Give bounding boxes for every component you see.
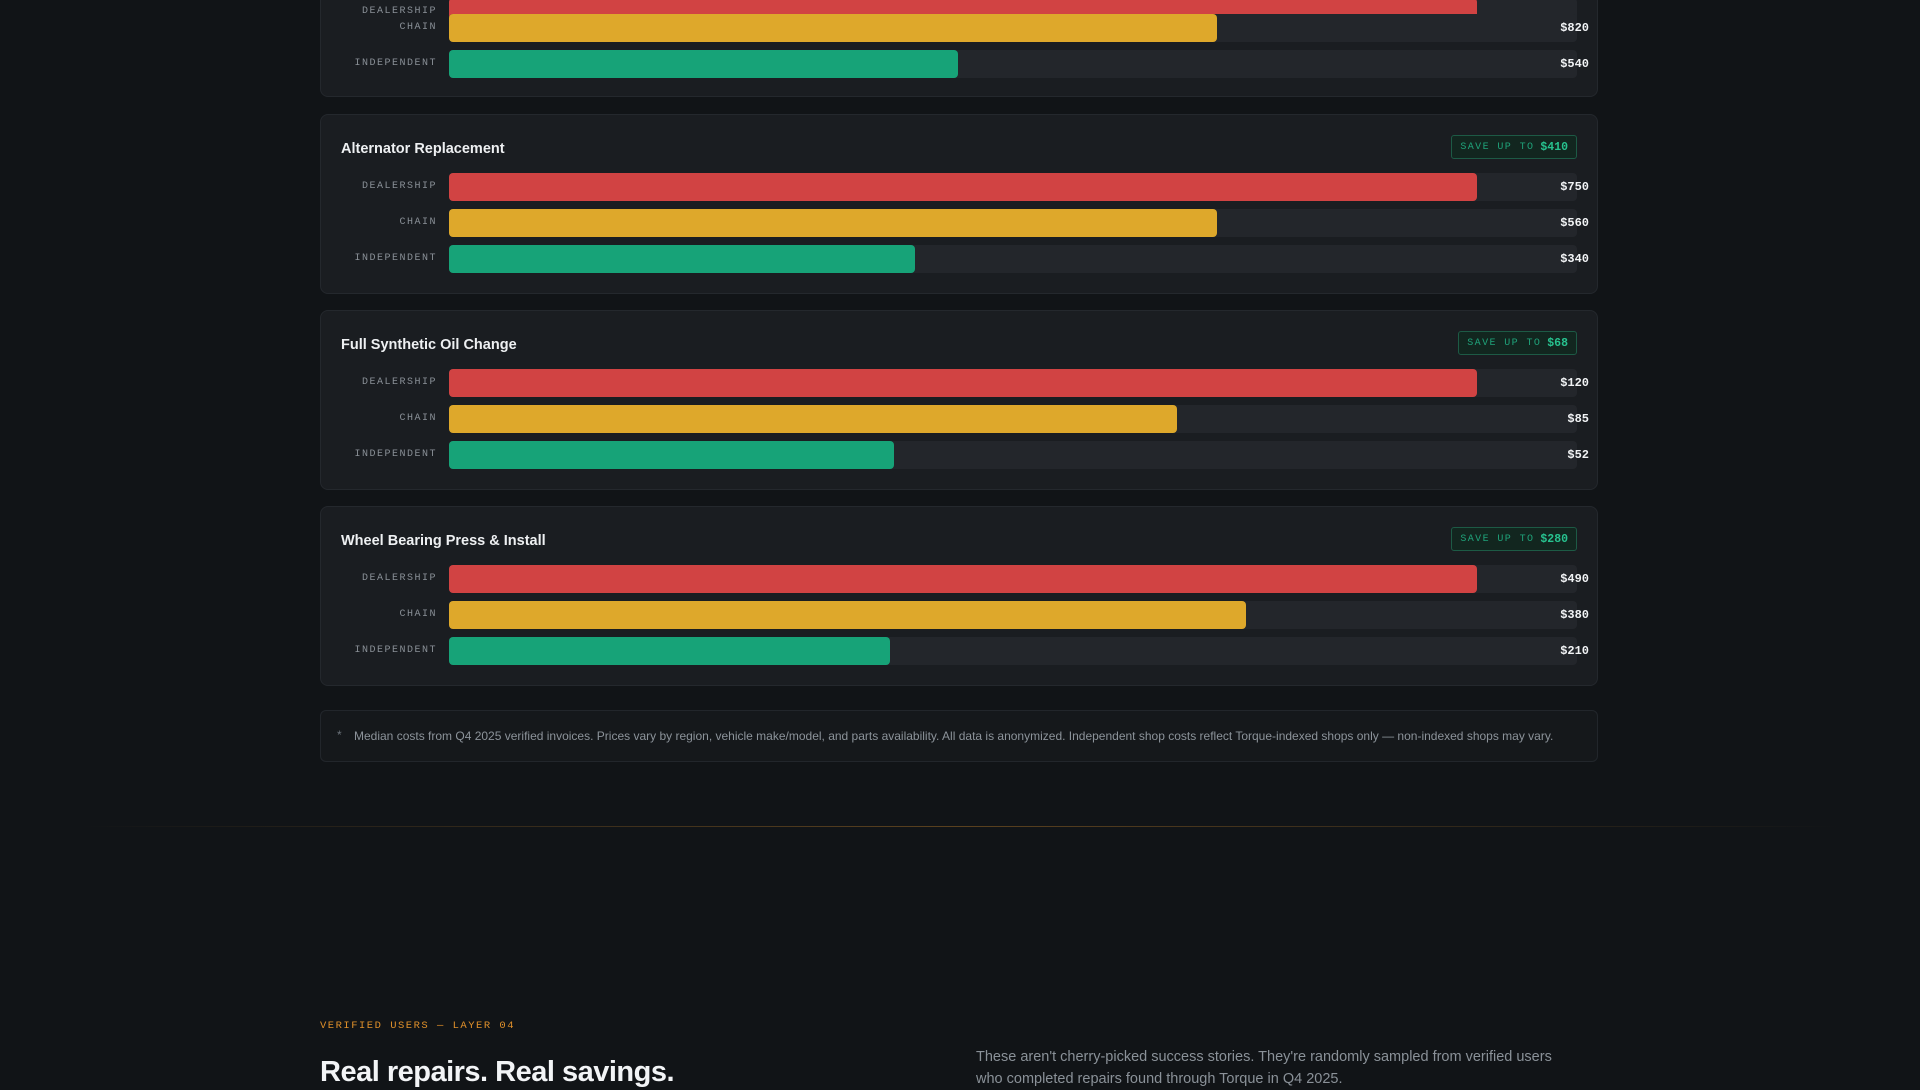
savings-badge: SAVE UP TO $68 <box>1458 331 1577 355</box>
savings-amount: $68 <box>1547 336 1568 350</box>
price-value: $540 <box>1560 57 1589 71</box>
cost-bar-independent <box>449 50 958 78</box>
price-value: $490 <box>1560 572 1589 586</box>
tier-label: CHAIN <box>399 22 437 33</box>
repair-cost-card: Alternator Replacement SAVE UP TO $410 D… <box>320 114 1598 294</box>
cost-bar-dealership <box>449 565 1477 593</box>
cost-bar-track <box>449 173 1577 201</box>
tier-label: DEALERSHIP <box>361 181 437 192</box>
cost-bar-track <box>449 405 1577 433</box>
savings-label: SAVE UP TO <box>1467 337 1542 349</box>
cost-row-dealership: DEALERSHIP $750 <box>321 173 1597 201</box>
cost-row-independent: INDEPENDENT $52 <box>321 441 1597 469</box>
price-value: $340 <box>1560 252 1589 266</box>
tier-label: CHAIN <box>399 413 437 424</box>
savings-label: SAVE UP TO <box>1460 533 1535 545</box>
cost-bar-track <box>449 565 1577 593</box>
cost-row-chain: CHAIN $820 <box>321 14 1597 42</box>
tier-label: CHAIN <box>399 217 437 228</box>
repair-cost-card: Wheel Bearing Press & Install SAVE UP TO… <box>320 506 1598 686</box>
footnote-text: Median costs from Q4 2025 verified invoi… <box>354 729 1554 743</box>
cost-bar-chain <box>449 14 1217 42</box>
footnote-bullet: * <box>337 728 342 742</box>
cost-bar-track <box>449 50 1577 78</box>
cost-bar-track <box>449 209 1577 237</box>
section-title: Real repairs. Real savings. <box>320 1056 675 1088</box>
tier-label: INDEPENDENT <box>354 645 437 656</box>
cost-row-independent: INDEPENDENT $340 <box>321 245 1597 273</box>
cost-bar-independent <box>449 637 890 665</box>
price-value: $85 <box>1567 412 1589 426</box>
section-eyebrow: VERIFIED USERS — LAYER 04 <box>320 1020 516 1032</box>
savings-badge: SAVE UP TO $410 <box>1451 135 1577 159</box>
cost-row-dealership: DEALERSHIP $490 <box>321 565 1597 593</box>
price-value: $820 <box>1560 21 1589 35</box>
cost-row-chain: CHAIN $85 <box>321 405 1597 433</box>
section-divider <box>80 826 1840 827</box>
tier-label: INDEPENDENT <box>354 58 437 69</box>
cost-bar-dealership <box>449 369 1477 397</box>
cost-bar-chain <box>449 209 1217 237</box>
price-value: $560 <box>1560 216 1589 230</box>
tier-label: INDEPENDENT <box>354 449 437 460</box>
price-value: $120 <box>1560 376 1589 390</box>
cost-bar-chain <box>449 405 1177 433</box>
repair-title: Alternator Replacement <box>341 141 505 157</box>
cost-row-chain: CHAIN $560 <box>321 209 1597 237</box>
tier-label: CHAIN <box>399 609 437 620</box>
cost-row-independent: INDEPENDENT $210 <box>321 637 1597 665</box>
tier-label: DEALERSHIP <box>361 573 437 584</box>
price-value: $52 <box>1567 448 1589 462</box>
repair-cost-card: DEALERSHIP CHAIN $820 INDEPENDENT $540 <box>320 0 1598 97</box>
cost-bar-independent <box>449 441 894 469</box>
tier-label: INDEPENDENT <box>354 253 437 264</box>
repair-title: Full Synthetic Oil Change <box>341 337 517 353</box>
cost-bar-track <box>449 369 1577 397</box>
cost-row-independent: INDEPENDENT $540 <box>321 50 1597 78</box>
cost-bar-track <box>449 245 1577 273</box>
price-value: $380 <box>1560 608 1589 622</box>
tier-label: DEALERSHIP <box>361 377 437 388</box>
cost-bar-track <box>449 441 1577 469</box>
savings-amount: $410 <box>1540 140 1568 154</box>
savings-badge: SAVE UP TO $280 <box>1451 527 1577 551</box>
repair-cost-card: Full Synthetic Oil Change SAVE UP TO $68… <box>320 310 1598 490</box>
savings-amount: $280 <box>1540 532 1568 546</box>
cost-bar-track <box>449 14 1577 42</box>
cost-bar-track <box>449 637 1577 665</box>
pricing-footnote: * Median costs from Q4 2025 verified inv… <box>320 710 1598 762</box>
cost-row-dealership: DEALERSHIP $120 <box>321 369 1597 397</box>
cost-row-chain: CHAIN $380 <box>321 601 1597 629</box>
price-value: $750 <box>1560 180 1589 194</box>
section-description: These aren't cherry-picked success stori… <box>976 1049 1552 1087</box>
repair-title: Wheel Bearing Press & Install <box>341 533 546 549</box>
cost-bar-track <box>449 601 1577 629</box>
cost-bar-chain <box>449 601 1246 629</box>
price-value: $210 <box>1560 644 1589 658</box>
cost-bar-dealership <box>449 173 1477 201</box>
cost-bar-independent <box>449 245 915 273</box>
savings-label: SAVE UP TO <box>1460 141 1535 153</box>
